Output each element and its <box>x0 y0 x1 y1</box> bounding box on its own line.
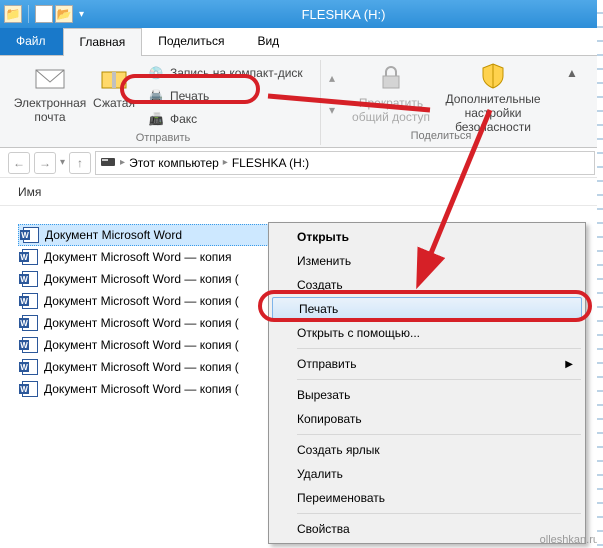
security-label: Дополнительные настройки безопасности <box>433 92 553 134</box>
drive-icon <box>100 153 116 172</box>
context-menu: Открыть Изменить Создать Печать Открыть … <box>268 222 586 544</box>
stop-sharing-button: Прекратить общий доступ <box>349 60 433 128</box>
file-name: Документ Microsoft Word — копия ( <box>44 338 239 352</box>
email-button[interactable]: Электронная почта <box>14 60 86 128</box>
folder-icon[interactable]: 📁 <box>4 5 22 23</box>
file-name: Документ Microsoft Word <box>45 228 182 242</box>
group-share-label: Поделиться <box>411 130 472 142</box>
window-title: FLESHKA (H:) <box>88 7 599 22</box>
history-dropdown-icon[interactable]: ▾ <box>60 157 65 168</box>
fax-icon: 📠 <box>148 111 164 127</box>
ribbon-group-sharewith: ▴ ▾ Прекратить общий доступ Дополнительн… <box>321 60 561 145</box>
tab-view[interactable]: Вид <box>241 28 296 55</box>
menu-open[interactable]: Открыть <box>271 225 583 249</box>
stop-share-label: Прекратить общий доступ <box>349 96 433 124</box>
breadcrumb-pc[interactable]: Этот компьютер <box>129 156 219 170</box>
print-label: Печать <box>170 89 209 103</box>
menu-delete[interactable]: Удалить <box>271 462 583 486</box>
scroll-down-icon[interactable]: ▾ <box>329 103 349 117</box>
lock-icon <box>375 62 407 94</box>
forward-button[interactable]: → <box>34 152 56 174</box>
print-button[interactable]: 🖨️ Печать <box>142 85 312 107</box>
menu-separator <box>297 513 581 514</box>
breadcrumb[interactable]: ▸ Этот компьютер ▸ FLESHKA (H:) <box>95 151 595 175</box>
fax-button[interactable]: 📠 Факс <box>142 108 312 130</box>
menu-edit[interactable]: Изменить <box>271 249 583 273</box>
collapse-ribbon-icon[interactable]: ▲ <box>565 60 579 145</box>
word-doc-icon <box>23 227 39 243</box>
burn-disc-button[interactable]: 💿 Запись на компакт-диск <box>142 62 312 84</box>
group-send-label: Отправить <box>136 132 191 144</box>
menu-properties[interactable]: Свойства <box>271 517 583 541</box>
word-doc-icon <box>22 337 38 353</box>
tab-share[interactable]: Поделиться <box>142 28 241 55</box>
printer-icon: 🖨️ <box>148 88 164 104</box>
qat-dropdown-icon[interactable]: ▾ <box>75 9 88 20</box>
file-name: Документ Microsoft Word — копия ( <box>44 382 239 396</box>
advanced-security-button[interactable]: Дополнительные настройки безопасности <box>433 60 553 128</box>
quick-access-toolbar: 📁 ▦ 📂 ▾ <box>4 5 88 23</box>
word-doc-icon <box>22 359 38 375</box>
fax-label: Факс <box>170 112 197 126</box>
menu-create[interactable]: Создать <box>271 273 583 297</box>
file-name: Документ Microsoft Word — копия ( <box>44 360 239 374</box>
breadcrumb-drive[interactable]: FLESHKA (H:) <box>232 156 309 170</box>
shield-icon <box>477 62 509 90</box>
file-name: Документ Microsoft Word — копия ( <box>44 294 239 308</box>
email-label: Электронная почта <box>14 96 87 124</box>
zip-button[interactable]: Сжатая <box>86 60 142 128</box>
menu-separator <box>297 379 581 380</box>
file-name: Документ Microsoft Word — копия <box>44 250 231 264</box>
word-doc-icon <box>22 271 38 287</box>
column-name[interactable]: Имя <box>18 185 41 199</box>
menu-separator <box>297 348 581 349</box>
word-doc-icon <box>22 249 38 265</box>
properties-qat-icon[interactable]: ▦ <box>35 5 53 23</box>
word-doc-icon <box>22 293 38 309</box>
scroll-up-icon[interactable]: ▴ <box>329 71 349 85</box>
word-doc-icon <box>22 315 38 331</box>
menu-open-with[interactable]: Открыть с помощью... <box>271 321 583 345</box>
menu-cut[interactable]: Вырезать <box>271 383 583 407</box>
chevron-right-icon: ▶ <box>565 359 573 370</box>
ribbon-body: Электронная почта Сжатая 💿 Запись на ком… <box>0 56 603 148</box>
ribbon-group-send: Электронная почта Сжатая 💿 Запись на ком… <box>6 60 321 145</box>
tab-file[interactable]: Файл <box>0 28 63 55</box>
disc-icon: 💿 <box>148 65 164 81</box>
up-button[interactable]: ↑ <box>69 152 91 174</box>
menu-print[interactable]: Печать <box>272 297 582 321</box>
zip-folder-icon <box>98 62 130 94</box>
watermark: olleshkan.ru <box>540 534 599 546</box>
word-doc-icon <box>22 381 38 397</box>
chevron-right-icon[interactable]: ▸ <box>120 157 125 168</box>
menu-separator <box>297 434 581 435</box>
file-name: Документ Microsoft Word — копия ( <box>44 316 239 330</box>
ribbon-tabs: Файл Главная Поделиться Вид <box>0 28 603 56</box>
folder-qat-icon[interactable]: 📂 <box>55 5 73 23</box>
zip-label: Сжатая <box>93 96 135 110</box>
envelope-icon <box>34 62 66 94</box>
chevron-right-icon[interactable]: ▸ <box>223 157 228 168</box>
menu-copy[interactable]: Копировать <box>271 407 583 431</box>
menu-send-to[interactable]: Отправить▶ <box>271 352 583 376</box>
column-header-row: Имя <box>0 178 603 206</box>
file-name: Документ Microsoft Word — копия ( <box>44 272 239 286</box>
tab-home[interactable]: Главная <box>63 28 143 56</box>
back-button[interactable]: ← <box>8 152 30 174</box>
menu-shortcut[interactable]: Создать ярлык <box>271 438 583 462</box>
title-bar: 📁 ▦ 📂 ▾ FLESHKA (H:) <box>0 0 603 28</box>
address-bar: ← → ▾ ↑ ▸ Этот компьютер ▸ FLESHKA (H:) <box>0 148 603 178</box>
burn-label: Запись на компакт-диск <box>170 66 303 80</box>
menu-rename[interactable]: Переименовать <box>271 486 583 510</box>
